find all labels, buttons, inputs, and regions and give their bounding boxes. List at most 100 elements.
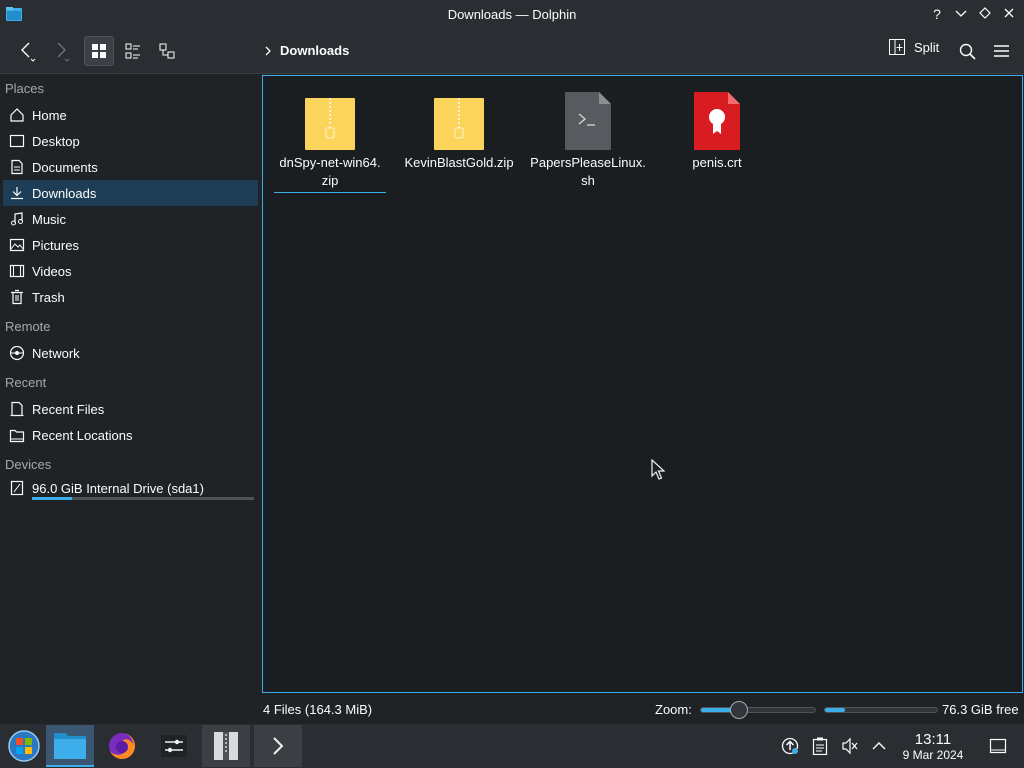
music-icon bbox=[11, 212, 23, 226]
recent-locations-icon bbox=[9, 429, 25, 443]
sidebar-item-label: Desktop bbox=[32, 133, 80, 149]
trash-icon bbox=[11, 289, 23, 305]
breadcrumb-downloads[interactable]: Downloads bbox=[280, 43, 349, 58]
documents-icon bbox=[11, 159, 23, 175]
taskbar-dolphin[interactable] bbox=[46, 725, 94, 767]
taskbar: 13:11 9 Mar 2024 bbox=[0, 724, 1024, 768]
search-button[interactable] bbox=[954, 36, 980, 66]
sidebar-item-label: Recent Files bbox=[32, 401, 105, 417]
list-view-icon bbox=[125, 43, 140, 59]
sidebar-item-recent-locations[interactable]: Recent Locations bbox=[3, 422, 258, 448]
search-icon bbox=[959, 43, 976, 60]
firefox-icon bbox=[109, 733, 135, 759]
section-remote: Remote bbox=[5, 319, 51, 334]
breadcrumb[interactable]: Downloads bbox=[264, 43, 349, 58]
forward-button[interactable] bbox=[44, 36, 78, 66]
zip-archive-icon bbox=[434, 98, 484, 150]
sidebar-item-label: Music bbox=[32, 211, 66, 227]
tray-expand[interactable] bbox=[869, 736, 889, 756]
sidebar-item-videos[interactable]: Videos bbox=[3, 258, 258, 284]
places-panel: Places Home Desktop Documents Downloads … bbox=[0, 74, 262, 696]
zoom-label: Zoom: bbox=[655, 702, 692, 717]
section-devices: Devices bbox=[5, 457, 52, 472]
file-name: dnSpy-net-win64. zip bbox=[274, 154, 386, 193]
tray-clipboard[interactable] bbox=[810, 736, 830, 756]
close-button[interactable] bbox=[1000, 5, 1018, 23]
sidebar-item-desktop[interactable]: Desktop bbox=[3, 128, 258, 154]
zoom-slider-handle[interactable] bbox=[729, 701, 748, 719]
file-name: PapersPleaseLinux. sh bbox=[530, 155, 646, 188]
digital-clock[interactable]: 13:11 9 Mar 2024 bbox=[896, 731, 970, 762]
sidebar-item-documents[interactable]: Documents bbox=[3, 154, 258, 180]
home-icon bbox=[10, 108, 24, 122]
zoom-slider[interactable] bbox=[700, 701, 816, 719]
terminal-chevron-icon bbox=[273, 737, 284, 755]
sidebar-item-label: Videos bbox=[32, 263, 72, 279]
free-space-bar bbox=[824, 707, 938, 713]
application-launcher-button[interactable] bbox=[0, 725, 48, 767]
file-name: penis.crt bbox=[692, 155, 742, 170]
sidebar-item-pictures[interactable]: Pictures bbox=[3, 232, 258, 258]
file-name: KevinBlastGold.zip bbox=[404, 155, 514, 170]
hamburger-menu-icon bbox=[993, 45, 1009, 57]
taskbar-ark-archiver[interactable] bbox=[202, 725, 250, 767]
free-space-fill bbox=[825, 708, 846, 712]
update-icon bbox=[781, 737, 799, 755]
clipboard-icon bbox=[812, 737, 828, 755]
grid-view-icon bbox=[92, 44, 106, 58]
icons-view-button[interactable] bbox=[84, 36, 114, 66]
drive-capacity-fill bbox=[32, 497, 72, 500]
sidebar-item-downloads[interactable]: Downloads bbox=[3, 180, 258, 206]
chevron-up-icon bbox=[872, 742, 886, 750]
sidebar-item-network[interactable]: Network bbox=[3, 340, 258, 366]
file-view[interactable]: dnSpy-net-win64. zip KevinBlastGold.zip P… bbox=[262, 75, 1023, 693]
taskbar-system-settings[interactable] bbox=[150, 725, 198, 767]
show-desktop-icon bbox=[989, 738, 1007, 754]
file-item-papersplease-sh[interactable]: PapersPleaseLinux. sh bbox=[524, 88, 652, 190]
drive-icon bbox=[10, 480, 24, 496]
chevron-down-icon bbox=[955, 10, 967, 17]
sidebar-item-recent-files[interactable]: Recent Files bbox=[3, 396, 258, 422]
drive-capacity-bar bbox=[32, 497, 254, 500]
toolbar: Downloads Split bbox=[0, 29, 1024, 74]
section-recent: Recent bbox=[5, 375, 47, 390]
tree-view-icon bbox=[159, 43, 175, 59]
help-button[interactable]: ? bbox=[928, 5, 946, 23]
maximize-button[interactable] bbox=[976, 5, 994, 23]
window-title: Downloads — Dolphin bbox=[447, 7, 577, 22]
minimize-button[interactable] bbox=[952, 5, 970, 23]
recent-files-icon bbox=[10, 401, 24, 417]
compact-view-button[interactable] bbox=[118, 36, 148, 66]
videos-icon bbox=[9, 264, 25, 278]
file-item-dnspy-zip[interactable]: dnSpy-net-win64. zip bbox=[266, 88, 394, 193]
file-count: 4 Files (164.3 MiB) bbox=[263, 702, 373, 717]
sidebar-item-home[interactable]: Home bbox=[3, 102, 258, 128]
diamond-icon bbox=[979, 7, 991, 19]
sidebar-item-label: Downloads bbox=[32, 185, 97, 201]
download-icon bbox=[11, 187, 23, 200]
back-button[interactable] bbox=[10, 36, 44, 66]
sidebar-item-music[interactable]: Music bbox=[3, 206, 258, 232]
sidebar-item-trash[interactable]: Trash bbox=[3, 284, 258, 310]
archive-icon bbox=[214, 732, 238, 760]
tray-updates[interactable] bbox=[780, 736, 800, 756]
volume-muted-icon bbox=[842, 737, 858, 755]
tray-volume[interactable] bbox=[840, 736, 860, 756]
chevron-right-icon bbox=[265, 46, 271, 55]
pictures-icon bbox=[9, 238, 25, 252]
title-bar: Downloads — Dolphin ? bbox=[0, 0, 1024, 29]
network-icon bbox=[9, 345, 25, 361]
back-arrow-icon bbox=[21, 42, 36, 62]
taskbar-firefox[interactable] bbox=[98, 725, 146, 767]
split-view-icon bbox=[889, 39, 905, 55]
file-item-penis-crt[interactable]: penis.crt bbox=[653, 88, 781, 172]
split-button[interactable]: Split bbox=[888, 38, 939, 56]
file-item-kevinblastgold-zip[interactable]: KevinBlastGold.zip bbox=[395, 88, 523, 172]
sidebar-item-label: Home bbox=[32, 107, 67, 123]
show-desktop-button[interactable] bbox=[988, 736, 1008, 756]
details-view-button[interactable] bbox=[152, 36, 182, 66]
hamburger-menu-button[interactable] bbox=[988, 36, 1014, 66]
split-label: Split bbox=[914, 39, 940, 55]
close-icon bbox=[1004, 8, 1014, 18]
taskbar-konsole[interactable] bbox=[254, 725, 302, 767]
